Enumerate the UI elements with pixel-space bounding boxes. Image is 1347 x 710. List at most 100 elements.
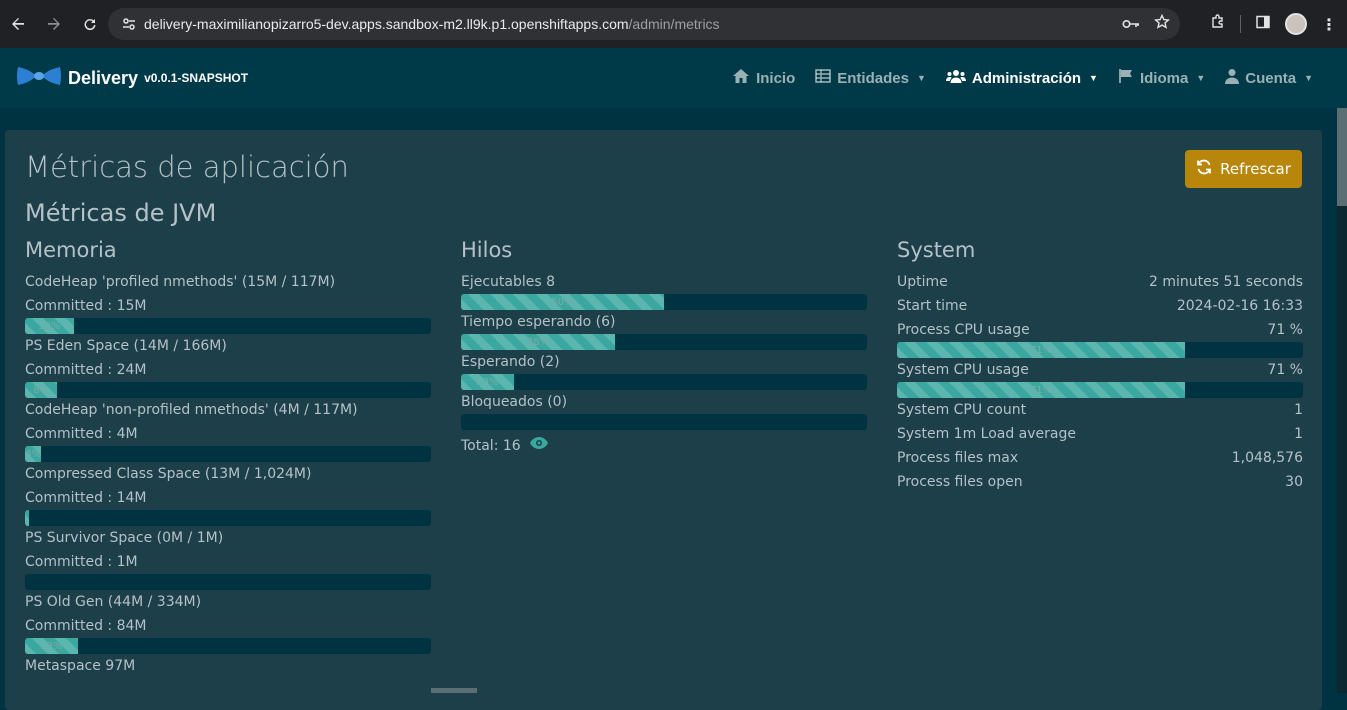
memory-progress-bar-fill: 8%: [25, 382, 58, 398]
memory-item-name: Compressed Class Space (13M / 1,024M): [25, 466, 312, 482]
metrics-card: Métricas de aplicación Métricas de JVM R…: [5, 130, 1322, 710]
memory-item-committed: Committed : 24M: [25, 362, 147, 378]
brand[interactable]: Delivery v0.0.1-SNAPSHOT: [16, 65, 248, 91]
memory-progress-bar: [25, 574, 431, 590]
memory-progress-bar: 8%: [25, 382, 431, 398]
refresh-button[interactable]: Refrescar: [1185, 150, 1302, 188]
site-settings-icon[interactable]: [114, 16, 144, 32]
system-row: Process files open 30: [897, 470, 1303, 494]
profile-avatar[interactable]: [1285, 13, 1307, 35]
address-url: delivery-maximilianopizarro5-dev.apps.sa…: [144, 16, 720, 32]
browser-toolbar: delivery-maximilianopizarro5-dev.apps.sa…: [0, 0, 1347, 48]
nav-inicio-label: Inicio: [756, 69, 796, 87]
threads-list: Ejecutables 8 50% Tiempo esperando (6) 38% E…: [461, 270, 867, 430]
users-icon: [945, 69, 966, 87]
system-column: System Uptime 2 minutes 51 seconds Start t…: [897, 238, 1303, 494]
memory-item-committed: Committed : 14M: [25, 490, 147, 506]
nav-cuenta-label: Cuenta: [1245, 69, 1297, 87]
memory-progress-bar: 13%: [25, 638, 431, 654]
memory-list: CodeHeap 'profiled nmethods' (15M / 117M…: [25, 270, 431, 678]
toolbar-divider: [1240, 15, 1241, 33]
refresh-label: Refrescar: [1220, 160, 1291, 178]
threads-column: Hilos Ejecutables 8 50% Tiempo esperando (…: [461, 238, 867, 458]
thread-state-label: Ejecutables 8: [461, 274, 556, 290]
system-row-value: 71 %: [1267, 322, 1303, 338]
memory-progress-bar-fill: [25, 510, 30, 526]
memory-item-name: PS Old Gen (44M / 334M): [25, 594, 202, 610]
system-row: Uptime 2 minutes 51 seconds: [897, 270, 1303, 294]
nav-idioma[interactable]: Idioma ▼: [1118, 68, 1205, 88]
cpu-progress-bar: 71%: [897, 382, 1303, 398]
horizontal-scrollbar-thumb[interactable]: [431, 688, 477, 693]
thread-progress-bar: 50%: [461, 294, 867, 310]
key-icon[interactable]: [1122, 15, 1140, 34]
memory-progress-bar-fill: 4%: [25, 446, 42, 462]
cpu-progress-bar: 71%: [897, 342, 1303, 358]
memory-item-name: PS Survivor Space (0M / 1M): [25, 530, 224, 546]
system-row-label: System CPU count: [897, 402, 1027, 418]
memory-progress-bar: 12%: [25, 318, 431, 334]
scrollbar-thumb[interactable]: [1337, 108, 1347, 206]
threads-total-label: Total: 16: [461, 438, 521, 454]
memory-item-committed: Committed : 4M: [25, 426, 138, 442]
bookmark-star-icon[interactable]: [1153, 13, 1171, 34]
thread-progress-bar: [461, 414, 867, 430]
system-row-value: 1,048,576: [1231, 450, 1303, 466]
system-row-label: Process CPU usage: [897, 322, 1030, 338]
system-row: System CPU usage 71 %: [897, 358, 1303, 382]
memory-item-committed: Committed : 1M: [25, 554, 138, 570]
side-panel-icon[interactable]: [1255, 14, 1271, 34]
system-row-label: Process files open: [897, 474, 1023, 490]
system-row-value: 1: [1294, 426, 1303, 442]
thread-progress-bar-fill: 38%: [461, 334, 616, 350]
thread-progress-bar-fill: 13%: [461, 374, 514, 390]
nav-entidades-label: Entidades: [837, 69, 909, 87]
memory-item-name: CodeHeap 'non-profiled nmethods' (4M / 1…: [25, 402, 358, 418]
nav-inicio[interactable]: Inicio: [732, 68, 795, 88]
jvm-metrics-title: Métricas de JVM: [25, 199, 217, 227]
nav-administracion[interactable]: Administración ▼: [945, 69, 1098, 87]
page-scrollbar[interactable]: [1337, 108, 1347, 693]
system-heading: System: [897, 238, 976, 262]
extensions-icon[interactable]: [1210, 14, 1226, 34]
url-path: /admin/metrics: [628, 16, 720, 32]
address-bar[interactable]: delivery-maximilianopizarro5-dev.apps.sa…: [108, 8, 1180, 40]
app-navbar: Delivery v0.0.1-SNAPSHOT Inicio Entidade…: [0, 48, 1347, 108]
sync-icon: [1196, 159, 1212, 179]
system-row: Start time 2024-02-16 16:33: [897, 294, 1303, 318]
user-icon: [1225, 68, 1240, 88]
brand-name: Delivery: [68, 67, 139, 88]
system-list: Uptime 2 minutes 51 seconds Start time 2024…: [897, 270, 1303, 494]
nav-cuenta[interactable]: Cuenta ▼: [1225, 68, 1313, 88]
memory-item-name: CodeHeap 'profiled nmethods' (15M / 117M…: [25, 274, 336, 290]
system-row-value: 71 %: [1267, 362, 1303, 378]
reload-icon[interactable]: [72, 6, 108, 42]
system-row-value: 1: [1294, 402, 1303, 418]
system-row-value: 2024-02-16 16:33: [1176, 298, 1303, 314]
thread-progress-bar-fill: 50%: [461, 294, 664, 310]
flag-icon: [1118, 68, 1134, 88]
system-row-label: System CPU usage: [897, 362, 1029, 378]
memory-progress-bar-fill: 13%: [25, 638, 78, 654]
chevron-down-icon: ▼: [1196, 73, 1206, 83]
memory-item-name: PS Eden Space (14M / 166M): [25, 338, 227, 354]
memory-column: Memoria CodeHeap 'profiled nmethods' (15…: [25, 238, 431, 678]
memory-item-name: Metaspace 97M: [25, 658, 136, 674]
eye-icon[interactable]: [529, 434, 549, 458]
chevron-down-icon: ▼: [1089, 73, 1098, 83]
back-icon[interactable]: [0, 6, 36, 42]
memory-progress-bar: 4%: [25, 446, 431, 462]
brand-version: v0.0.1-SNAPSHOT: [144, 71, 249, 85]
cpu-progress-bar-fill: 71%: [897, 342, 1186, 358]
browser-menu-icon[interactable]: ⋮: [1321, 15, 1337, 34]
nav-entidades[interactable]: Entidades ▼: [815, 69, 926, 87]
thread-state-label: Bloqueados (0): [461, 394, 568, 410]
thread-progress-bar: 38%: [461, 334, 867, 350]
memory-item-committed: Committed : 84M: [25, 618, 147, 634]
nav-idioma-label: Idioma: [1139, 69, 1189, 87]
brand-logo-icon: [16, 65, 62, 91]
memory-item-committed: Committed : 15M: [25, 298, 147, 314]
memory-progress-bar: [25, 510, 431, 526]
memory-heading: Memoria: [25, 238, 117, 262]
forward-icon[interactable]: [36, 6, 72, 42]
